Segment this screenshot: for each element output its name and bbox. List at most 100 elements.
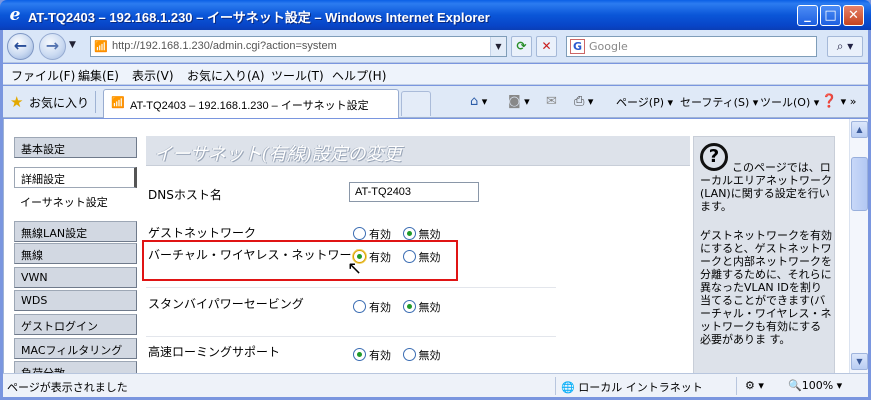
- sidebar-item-ethernet[interactable]: イーサネット設定: [20, 191, 143, 212]
- forward-arrow-icon: →: [45, 36, 60, 55]
- google-icon: G: [570, 39, 585, 54]
- fast-roaming-off-label: 無効: [418, 349, 441, 362]
- url-field[interactable]: 📶 http://192.168.1.230/admin.cgi?action=…: [90, 36, 507, 57]
- zoom-button[interactable]: 🔍100% ▾: [788, 379, 842, 392]
- stop-button[interactable]: ✕: [536, 36, 557, 57]
- status-separator: [555, 377, 556, 395]
- search-button[interactable]: ⌕ ▾: [827, 36, 863, 57]
- sidebar-item-mac-filter[interactable]: MACフィルタリング: [14, 338, 137, 359]
- page-menu[interactable]: ページ(P) ▾: [616, 94, 673, 110]
- protected-mode-button[interactable]: ⚙ ▾: [745, 379, 764, 392]
- status-separator: [736, 377, 737, 395]
- menu-file[interactable]: ファイル(F): [11, 67, 75, 84]
- tools-menu-label: ツール(O): [760, 96, 811, 109]
- panel-title: イーサネット(有線)設定の変更: [154, 144, 402, 165]
- feeds-button[interactable]: ◙ ▾: [508, 94, 530, 109]
- tab-page-icon: 📶: [111, 96, 125, 109]
- help-button[interactable]: ❓ ▾ »: [821, 94, 856, 109]
- scroll-thumb[interactable]: [851, 157, 868, 211]
- zone-label: ローカル イントラネット: [578, 381, 703, 394]
- new-tab-button[interactable]: [401, 91, 431, 116]
- search-icon: ⌕ ▾: [836, 39, 854, 53]
- vertical-scrollbar[interactable]: ▲ ▼: [849, 119, 868, 373]
- scroll-up-icon[interactable]: ▲: [851, 121, 868, 138]
- sidebar-item-advanced[interactable]: 詳細設定: [14, 167, 137, 188]
- status-text: ページが表示されました: [7, 381, 128, 394]
- tools-menu[interactable]: ツール(O) ▾: [760, 94, 819, 110]
- home-icon: ⌂: [470, 94, 479, 109]
- mail-button[interactable]: ✉: [546, 94, 557, 109]
- refresh-button[interactable]: ⟳: [511, 36, 532, 57]
- address-bar: ← → ▼ 📶 http://192.168.1.230/admin.cgi?a…: [3, 30, 868, 63]
- help-panel: ? このページでは、ローカルエリアネットワーク(LAN)に関する設定を行います。…: [693, 136, 835, 373]
- standby-power-radio-group: 有効 無効: [353, 299, 449, 315]
- menu-tools[interactable]: ツール(T): [271, 67, 324, 84]
- maximize-button[interactable]: □: [820, 5, 841, 26]
- dns-hostname-input[interactable]: AT-TQ2403: [349, 182, 479, 202]
- close-button[interactable]: ✕: [843, 5, 864, 26]
- sidebar-item-wireless[interactable]: 無線: [14, 243, 137, 264]
- page-menu-label: ページ(P): [616, 96, 664, 109]
- mail-icon: ✉: [546, 94, 557, 109]
- home-button[interactable]: ⌂ ▾: [470, 94, 487, 109]
- search-placeholder: Google: [589, 40, 628, 53]
- fast-roaming-on-radio[interactable]: [353, 348, 366, 361]
- safety-menu-label: セーフティ(S): [680, 96, 750, 109]
- guest-network-on-radio[interactable]: [353, 227, 366, 240]
- fast-roaming-on-label: 有効: [369, 349, 391, 362]
- back-button[interactable]: ←: [7, 33, 34, 60]
- standby-power-on-radio[interactable]: [353, 300, 366, 313]
- help-circle-icon: ❓: [821, 94, 838, 109]
- zoom-level: 100%: [801, 379, 834, 392]
- favorites-button[interactable]: お気に入り: [29, 94, 89, 111]
- page-icon: 📶: [94, 40, 108, 53]
- standby-power-off-radio[interactable]: [402, 300, 416, 313]
- fast-roaming-off-radio[interactable]: [402, 348, 416, 361]
- security-zone: 🌐 ローカル イントラネット: [561, 379, 703, 395]
- print-button[interactable]: ⎙ ▾: [574, 94, 593, 109]
- dns-label: DNSホスト名: [148, 188, 222, 202]
- search-input[interactable]: G Google: [566, 36, 817, 57]
- standby-power-label: スタンバイパワーセービング: [148, 297, 304, 311]
- guest-network-off-radio[interactable]: [402, 227, 416, 240]
- protected-mode-icon: ⚙: [745, 379, 755, 392]
- safety-menu[interactable]: セーフティ(S) ▾: [680, 94, 758, 110]
- favorites-star-icon[interactable]: ★: [10, 93, 23, 111]
- forward-button[interactable]: →: [39, 33, 66, 60]
- help-text-guest: ゲストネットワークを有効にすると、ゲストネットワークと内部ネットワークを分離する…: [700, 229, 832, 346]
- standby-power-on-label: 有効: [369, 301, 391, 314]
- sidebar-item-wds[interactable]: WDS: [14, 290, 137, 311]
- guest-network-label: ゲストネットワーク: [148, 226, 257, 240]
- fast-roaming-label: 高速ローミングサポート: [148, 345, 281, 359]
- menu-edit[interactable]: 編集(E): [78, 67, 119, 84]
- favorites-bar: ★ お気に入り 📶 AT-TQ2403 – 192.168.1.230 – イー…: [3, 86, 868, 118]
- standby-power-off-label: 無効: [418, 301, 441, 314]
- sidebar-item-load-balance[interactable]: 負荷分散: [14, 361, 137, 373]
- status-bar: ページが表示されました 🌐 ローカル イントラネット ⚙ ▾ 🔍100% ▾: [3, 373, 868, 397]
- refresh-icon: ⟳: [516, 39, 527, 53]
- ie-logo-icon: e: [9, 5, 21, 25]
- separator: [95, 91, 96, 113]
- menu-view[interactable]: 表示(V): [132, 67, 174, 84]
- settings-panel: イーサネット(有線)設定の変更 DNSホスト名 AT-TQ2403 ゲストネット…: [142, 136, 690, 373]
- url-dropdown-icon[interactable]: ▼: [490, 37, 506, 56]
- history-dropdown-icon[interactable]: ▼: [69, 40, 76, 50]
- sidebar-item-wlan[interactable]: 無線LAN設定: [14, 221, 137, 242]
- mouse-cursor-icon: ↖: [347, 258, 363, 279]
- sidebar: 基本設定 詳細設定 イーサネット設定 無線LAN設定 無線 VWN WDS ゲス…: [4, 119, 143, 373]
- printer-icon: ⎙: [574, 94, 585, 109]
- menu-bar: ファイル(F) 編集(E) 表示(V) お気に入り(A) ツール(T) ヘルプ(…: [3, 64, 868, 85]
- sidebar-item-basic[interactable]: 基本設定: [14, 137, 137, 158]
- panel-header: イーサネット(有線)設定の変更: [146, 136, 690, 166]
- row-divider: [146, 287, 556, 288]
- scroll-down-icon[interactable]: ▼: [851, 353, 868, 370]
- menu-help[interactable]: ヘルプ(H): [332, 67, 386, 84]
- menu-favorites[interactable]: お気に入り(A): [187, 67, 265, 84]
- sidebar-item-guest-login[interactable]: ゲストログイン: [14, 314, 137, 335]
- minimize-button[interactable]: _: [797, 5, 818, 26]
- sidebar-item-vwn[interactable]: VWN: [14, 267, 137, 288]
- back-arrow-icon: ←: [13, 36, 28, 55]
- tab-current[interactable]: 📶 AT-TQ2403 – 192.168.1.230 – イーサネット設定: [103, 89, 399, 118]
- row-divider: [146, 336, 556, 337]
- tab-label: AT-TQ2403 – 192.168.1.230 – イーサネット設定: [130, 100, 369, 112]
